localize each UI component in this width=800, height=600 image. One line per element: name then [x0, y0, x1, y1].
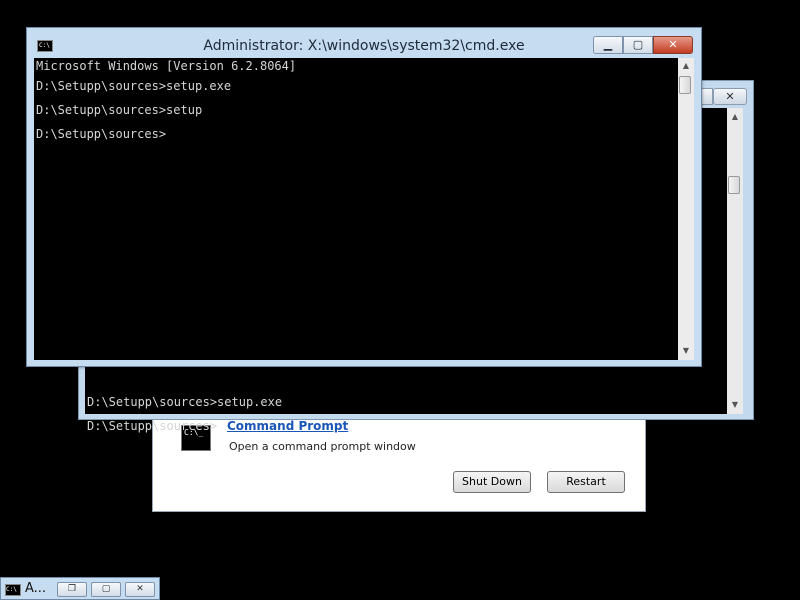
close-icon: ✕ — [725, 90, 735, 103]
window-titlebar[interactable]: C:\ Administrator: X:\windows\system32\c… — [27, 28, 701, 58]
scroll-up-arrow-icon[interactable]: ▲ — [730, 112, 740, 122]
scroll-thumb[interactable] — [679, 76, 691, 94]
maximize-button[interactable]: ▢ — [91, 582, 121, 597]
cmd-app-icon: C:\ — [5, 584, 21, 596]
console-line: D:\Setupp\sources>setup — [36, 103, 203, 117]
shut-down-button[interactable]: Shut Down — [453, 471, 531, 493]
scroll-down-arrow-icon[interactable]: ▼ — [730, 400, 740, 410]
command-prompt-description: Open a command prompt window — [229, 440, 416, 453]
minimized-window-bar[interactable]: C:\ A... ❐ ▢ ✕ — [0, 577, 160, 600]
minimized-window-title: A... — [25, 581, 47, 596]
minimize-icon: ▁ — [603, 38, 613, 51]
scroll-up-arrow-icon[interactable]: ▲ — [681, 61, 691, 71]
console-line: D:\Setupp\sources> — [36, 127, 167, 141]
back-window-close-button[interactable]: ✕ — [713, 88, 747, 105]
restart-button[interactable]: Restart — [547, 471, 625, 493]
close-button[interactable]: ✕ — [125, 582, 155, 597]
restore-icon: ❐ — [67, 584, 77, 594]
scroll-thumb[interactable] — [728, 176, 740, 194]
maximize-button[interactable]: ▢ — [623, 36, 653, 54]
close-button[interactable]: ✕ — [653, 36, 693, 54]
maximize-icon: ▢ — [632, 38, 644, 51]
vertical-scrollbar[interactable]: ▲ ▼ — [678, 58, 694, 360]
close-icon: ✕ — [136, 584, 144, 594]
maximize-icon: ▢ — [101, 584, 111, 594]
console-line: Microsoft Windows [Version 6.2.8064] — [36, 59, 297, 73]
minimize-button[interactable]: ▁ — [593, 36, 623, 54]
back-vertical-scrollbar[interactable]: ▲ ▼ — [727, 108, 743, 414]
cmd-window[interactable]: C:\ Administrator: X:\windows\system32\c… — [26, 27, 702, 367]
console-line: D:\Setupp\sources>setup.exe — [87, 395, 283, 409]
console-area[interactable]: Microsoft Windows [Version 6.2.8064] D:\… — [34, 58, 678, 360]
close-icon: ✕ — [668, 38, 678, 51]
console-line: D:\Setupp\sources>setup.exe — [36, 79, 232, 93]
console-line: D:\Setupp\sources> — [87, 419, 218, 433]
scroll-down-arrow-icon[interactable]: ▼ — [681, 346, 691, 356]
restore-button[interactable]: ❐ — [57, 582, 87, 597]
